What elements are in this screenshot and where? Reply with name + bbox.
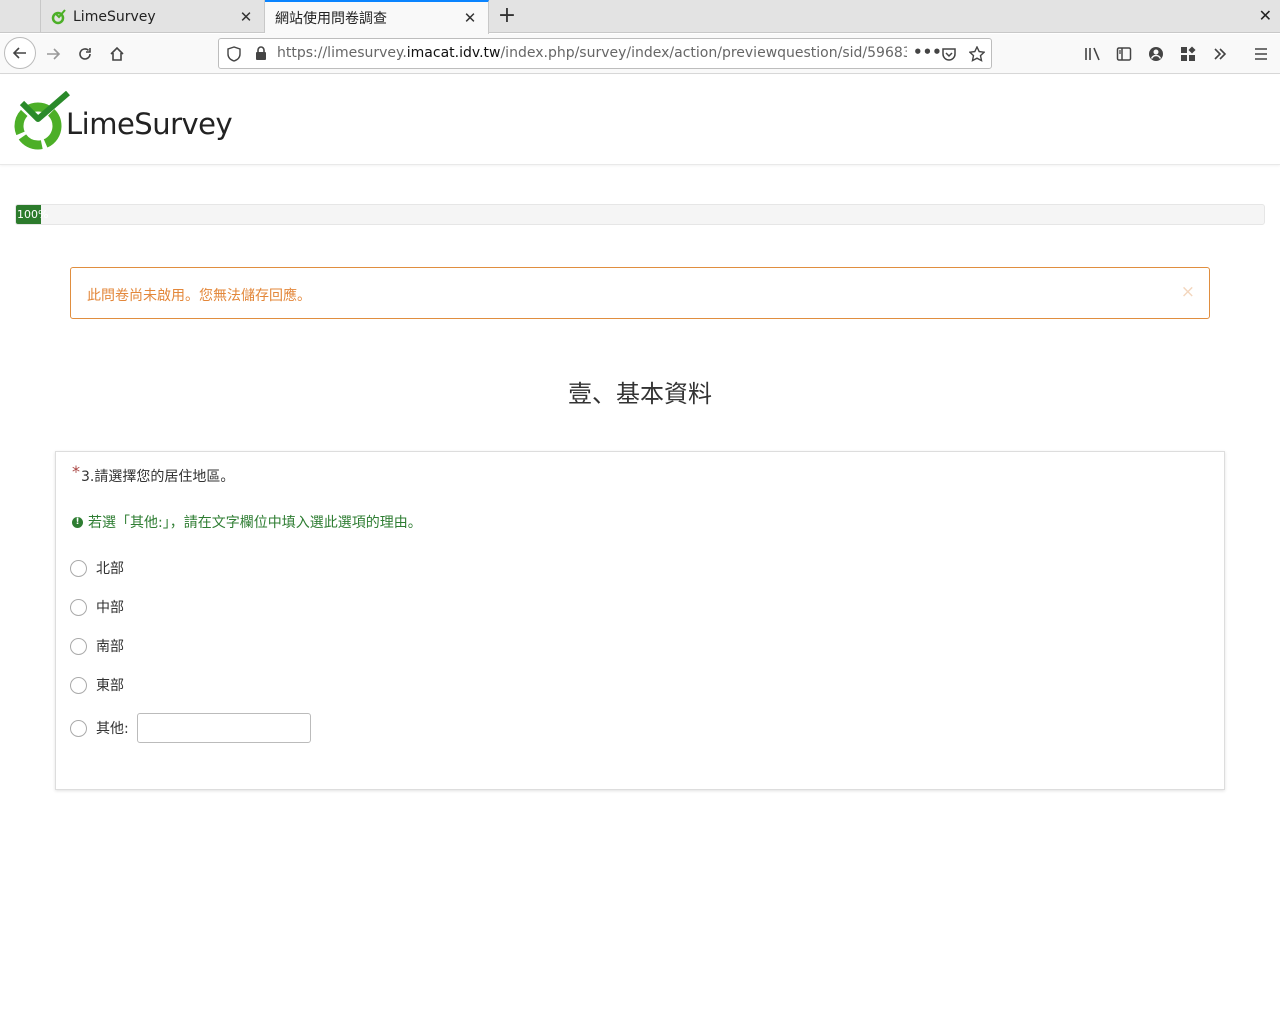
option-label[interactable]: 中部 <box>96 597 124 617</box>
sidebar-button[interactable] <box>1109 39 1139 69</box>
tab-title: LimeSurvey <box>73 8 156 25</box>
back-button[interactable] <box>4 37 36 69</box>
page-actions-icon[interactable]: ••• <box>913 43 942 61</box>
reload-icon <box>79 48 91 60</box>
required-mark: * <box>72 462 80 481</box>
exclamation-circle-icon: ! <box>72 516 83 528</box>
library-icon <box>1085 47 1100 61</box>
logo-text: LimeSurvey <box>66 107 233 141</box>
progress-fill: 100% <box>16 205 48 224</box>
home-icon <box>110 46 124 61</box>
lock-icon[interactable] <box>255 46 267 65</box>
option-south[interactable]: 南部 <box>70 636 124 656</box>
limesurvey-logo-icon <box>14 90 70 151</box>
tab-survey[interactable]: 網站使用問卷調查 ✕ <box>265 0 489 34</box>
sidebar-icon <box>1116 47 1132 61</box>
alert-close-icon[interactable]: × <box>1181 282 1195 302</box>
alert-message: 此問卷尚未啟用。您無法儲存回應。 <box>87 288 311 304</box>
account-icon <box>1149 47 1163 61</box>
option-label[interactable]: 其他: <box>96 718 129 738</box>
radio-button[interactable] <box>70 637 87 655</box>
survey-header: LimeSurvey <box>0 75 1280 165</box>
chevron-double-right-icon <box>1214 48 1227 60</box>
extensions-icon <box>1181 46 1196 61</box>
survey-progress-bar: 100% <box>15 204 1265 225</box>
url-text[interactable]: https://limesurvey.imacat.idv.tw/index.p… <box>277 45 907 61</box>
option-east[interactable]: 東部 <box>70 675 124 695</box>
url-bar[interactable]: https://limesurvey.imacat.idv.tw/index.p… <box>218 38 992 69</box>
window-close-icon[interactable]: ✕ <box>1259 6 1272 25</box>
shield-icon[interactable] <box>227 46 241 66</box>
option-other[interactable]: 其他: <box>70 713 311 743</box>
forward-button[interactable] <box>38 39 68 69</box>
option-north[interactable]: 北部 <box>70 558 124 578</box>
hamburger-menu-button[interactable] <box>1246 39 1276 69</box>
new-tab-icon[interactable]: + <box>494 3 520 29</box>
hamburger-icon <box>1255 48 1267 60</box>
question-container: *3.請選擇您的居住地區。 ! 若選「其他:」，請在文字欄位中填入選此選項的理由… <box>55 451 1225 790</box>
reload-button[interactable] <box>70 39 100 69</box>
limesurvey-favicon-icon <box>51 8 67 25</box>
tab-bar: LimeSurvey ✕ 網站使用問卷調查 ✕ + ✕ <box>0 0 1280 34</box>
inactive-survey-alert: 此問卷尚未啟用。您無法儲存回應。 × <box>70 267 1210 319</box>
tab-close-icon[interactable]: ✕ <box>234 8 258 26</box>
account-button[interactable] <box>1141 39 1171 69</box>
forward-arrow-icon <box>47 48 61 60</box>
option-label[interactable]: 南部 <box>96 636 124 656</box>
tab-limesurvey[interactable]: LimeSurvey ✕ <box>40 0 265 33</box>
tab-close-icon[interactable]: ✕ <box>458 9 482 27</box>
bookmark-star-icon[interactable] <box>968 45 986 66</box>
pocket-icon[interactable] <box>941 46 957 66</box>
group-title: 壹、基本資料 <box>568 380 712 408</box>
question-text: *3.請選擇您的居住地區。 <box>72 462 235 485</box>
back-arrow-icon <box>12 47 26 59</box>
tab-title: 網站使用問卷調查 <box>275 11 387 27</box>
nav-bar: https://limesurvey.imacat.idv.tw/index.p… <box>0 34 1280 74</box>
library-button[interactable] <box>1078 39 1108 69</box>
home-button[interactable] <box>102 39 132 69</box>
option-central[interactable]: 中部 <box>70 597 124 617</box>
radio-button[interactable] <box>70 719 87 737</box>
other-text-input[interactable] <box>136 713 311 743</box>
overflow-menu-button[interactable] <box>1205 39 1235 69</box>
radio-button[interactable] <box>70 676 87 694</box>
option-label[interactable]: 北部 <box>96 558 124 578</box>
question-tip: ! 若選「其他:」，請在文字欄位中填入選此選項的理由。 <box>72 512 422 532</box>
radio-button[interactable] <box>70 559 87 577</box>
option-label[interactable]: 東部 <box>96 675 124 695</box>
radio-button[interactable] <box>70 598 87 616</box>
extensions-button[interactable] <box>1173 39 1203 69</box>
tip-text: 若選「其他:」，請在文字欄位中填入選此選項的理由。 <box>88 515 422 531</box>
